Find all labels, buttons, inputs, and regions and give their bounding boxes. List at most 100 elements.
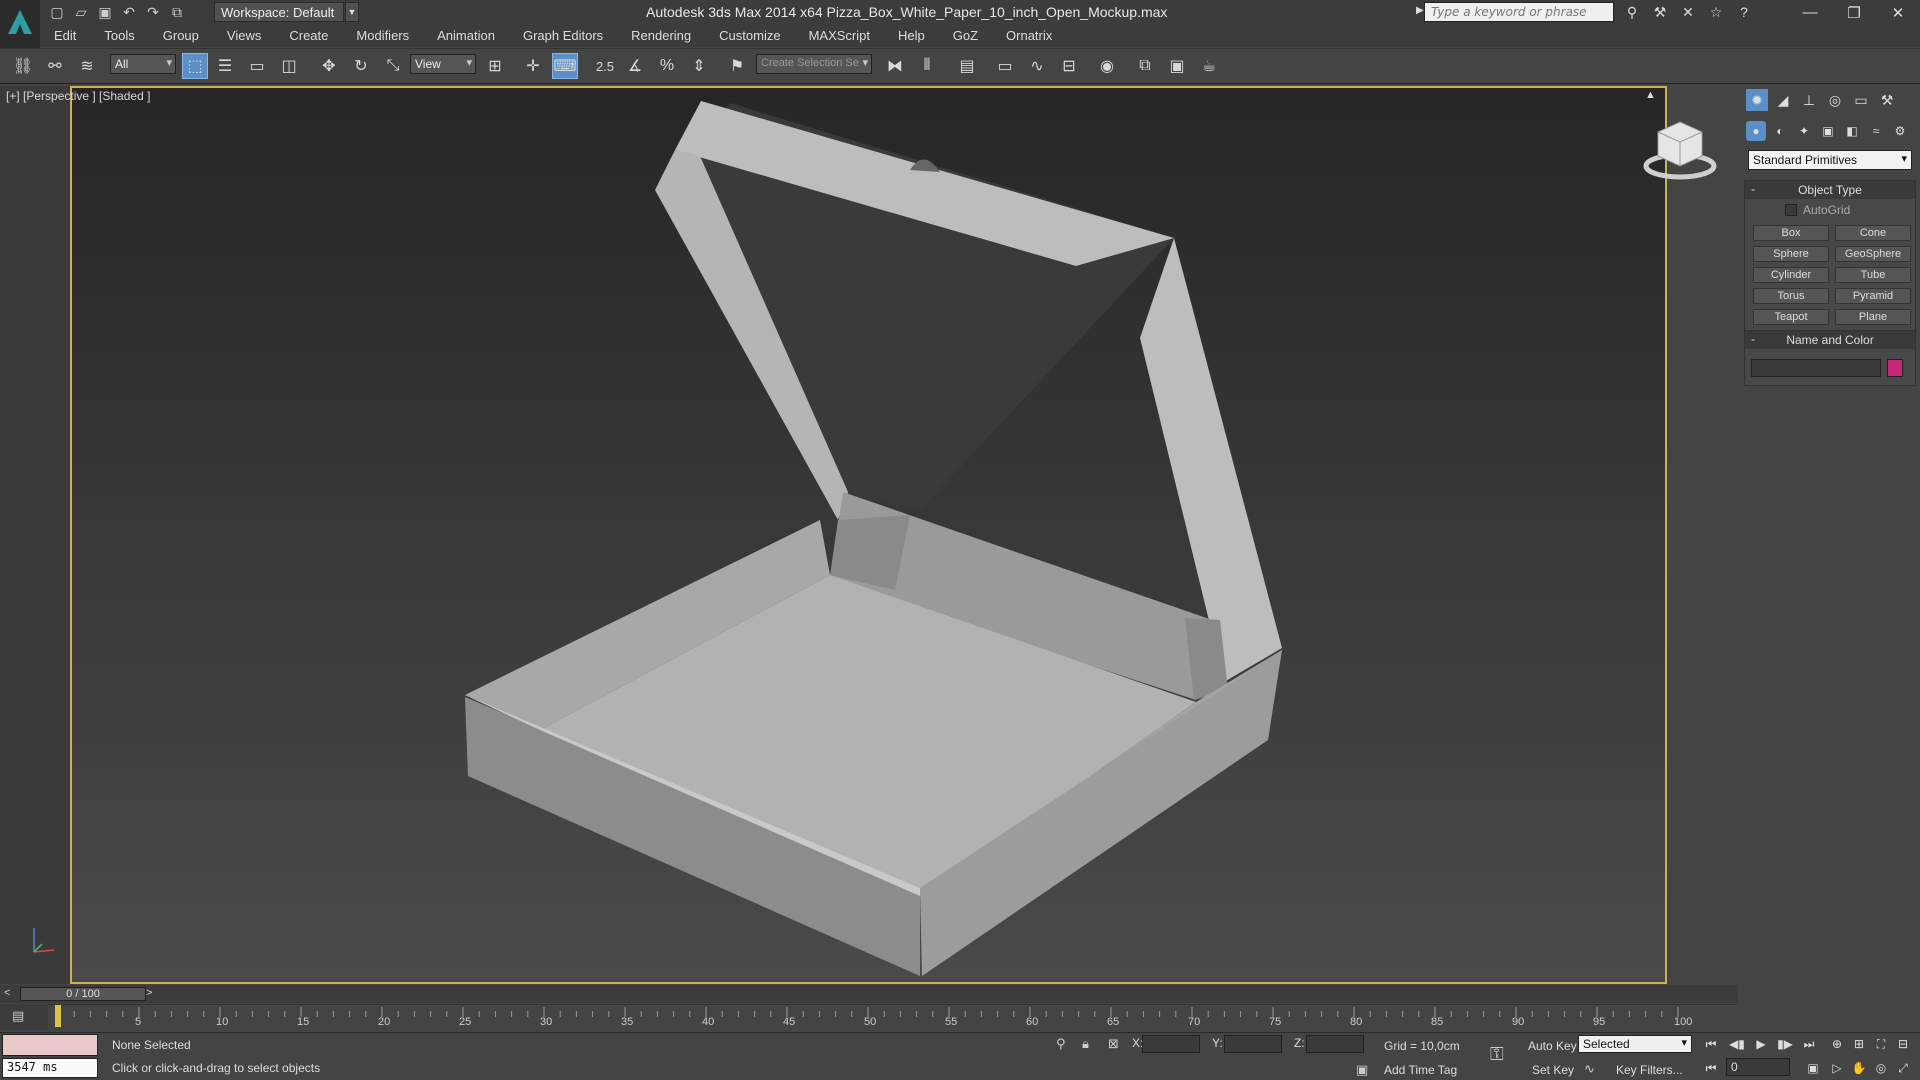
layer-manager-icon[interactable]: ▤ [954, 53, 980, 79]
lights-icon[interactable]: ✦ [1794, 121, 1814, 141]
unlink-icon[interactable]: ⚯ [42, 53, 68, 79]
cameras-icon[interactable]: ▣ [1818, 121, 1838, 141]
cone-button[interactable]: Cone [1835, 225, 1911, 241]
orbit-icon[interactable]: ◎ [1870, 1058, 1892, 1078]
communication-icon[interactable]: ✕ [1676, 2, 1700, 22]
help-icon[interactable]: ? [1732, 2, 1756, 22]
object-color-swatch[interactable] [1887, 359, 1903, 377]
keyboard-shortcut-override-icon[interactable]: ⌨ [552, 53, 578, 79]
maximize-viewport-icon[interactable]: ⤢ [1892, 1058, 1914, 1078]
edit-named-selection-icon[interactable]: ⚑ [724, 53, 750, 79]
go-to-start-icon[interactable]: ⏮ [1700, 1034, 1722, 1054]
redo-icon[interactable]: ↷ [144, 3, 162, 21]
menu-goz[interactable]: GoZ [939, 25, 992, 47]
save-file-icon[interactable]: ▣ [96, 3, 114, 21]
default-key-icon[interactable]: ⚿ [1490, 1044, 1504, 1065]
viewport-lock-icon[interactable]: ▲ [1645, 89, 1656, 101]
material-editor-icon[interactable]: ◉ [1094, 53, 1120, 79]
percent-snap-icon[interactable]: % [654, 53, 680, 79]
teapot-button[interactable]: Teapot [1753, 309, 1829, 325]
torus-button[interactable]: Torus [1753, 288, 1829, 304]
rendered-frame-window-icon[interactable]: ▣ [1164, 53, 1190, 79]
viewport-label[interactable]: [+] [Perspective ] [Shaded ] [6, 89, 150, 103]
zoom-extents-all-icon[interactable]: ⊟ [1892, 1034, 1914, 1054]
cylinder-button[interactable]: Cylinder [1753, 267, 1829, 283]
next-frame-arrow-icon[interactable]: > [146, 987, 152, 999]
modify-tab-icon[interactable]: ◢ [1772, 89, 1794, 111]
restore-icon[interactable]: ❐ [1832, 0, 1876, 25]
current-time-marker[interactable] [55, 1005, 61, 1027]
curve-editor-icon[interactable]: ∿ [1024, 53, 1050, 79]
close-icon[interactable]: ✕ [1876, 0, 1920, 25]
menu-rendering[interactable]: Rendering [617, 25, 705, 47]
time-configuration-icon[interactable]: ▣ [1802, 1058, 1824, 1078]
selection-lock-icon[interactable]: 🔒︎ [1082, 1036, 1089, 1052]
selection-filter-dropdown[interactable]: All [110, 54, 176, 74]
mirror-icon[interactable]: ⧓ [882, 53, 908, 79]
utilities-tab-icon[interactable]: ⚒ [1876, 89, 1898, 111]
menu-tools[interactable]: Tools [90, 25, 148, 47]
select-and-scale-icon[interactable]: ⤡ [380, 53, 406, 79]
play-icon[interactable]: ▶ [1750, 1034, 1772, 1054]
hierarchy-tab-icon[interactable]: ⊥ [1798, 89, 1820, 111]
menu-ornatrix[interactable]: Ornatrix [992, 25, 1066, 47]
object-type-header[interactable]: - Object Type [1745, 181, 1915, 199]
reference-coordinate-dropdown[interactable]: View [410, 54, 476, 74]
spinner-snap-icon[interactable]: ⇕ [686, 53, 712, 79]
binoculars-icon[interactable]: ⚲ [1620, 2, 1644, 22]
snaps-toggle-icon[interactable]: 2.5 [592, 53, 618, 79]
minimize-icon[interactable]: — [1788, 0, 1832, 25]
window-crossing-icon[interactable]: ◫ [276, 53, 302, 79]
select-object-icon[interactable]: ⬚ [182, 53, 208, 79]
current-frame-field[interactable]: 0 [1726, 1058, 1790, 1076]
perspective-viewport[interactable] [70, 86, 1667, 984]
box-button[interactable]: Box [1753, 225, 1829, 241]
menu-maxscript[interactable]: MAXScript [795, 25, 884, 47]
select-manipulate-icon[interactable]: ✛ [520, 53, 546, 79]
absolute-mode-icon[interactable]: ⊠ [1108, 1036, 1119, 1052]
align-icon[interactable]: ⫴ [914, 53, 940, 79]
add-time-tag[interactable]: Add Time Tag [1384, 1063, 1457, 1077]
subscription-icon[interactable]: ⚒ [1648, 2, 1672, 22]
menu-customize[interactable]: Customize [705, 25, 794, 47]
workspace-dropdown[interactable]: Workspace: Default [214, 2, 344, 22]
menu-create[interactable]: Create [275, 25, 342, 47]
undo-icon[interactable]: ↶ [120, 3, 138, 21]
geosphere-button[interactable]: GeoSphere [1835, 246, 1911, 262]
helpers-icon[interactable]: ◧ [1842, 121, 1862, 141]
previous-frame-icon[interactable]: ◀▮ [1726, 1034, 1748, 1054]
prev-frame-arrow-icon[interactable]: < [4, 987, 10, 999]
autogrid-checkbox[interactable] [1785, 204, 1797, 216]
project-folder-icon[interactable]: ⧉ [168, 3, 186, 21]
geometry-icon[interactable]: ● [1746, 121, 1766, 141]
search-input[interactable]: Type a keyword or phrase [1424, 2, 1614, 22]
key-set-dropdown[interactable]: Selected [1578, 1035, 1692, 1053]
sphere-button[interactable]: Sphere [1753, 246, 1829, 262]
ribbon-toggle-icon[interactable]: ▭ [992, 53, 1018, 79]
favorites-star-icon[interactable]: ☆ [1704, 2, 1728, 22]
menu-graph-editors[interactable]: Graph Editors [509, 25, 617, 47]
app-menu-button[interactable] [0, 0, 40, 48]
tube-button[interactable]: Tube [1835, 267, 1911, 283]
curve-editor-mini-icon[interactable]: ▤ [12, 1008, 24, 1024]
y-coordinate-field[interactable] [1224, 1035, 1282, 1053]
zoom-icon[interactable]: ⊕ [1826, 1034, 1848, 1054]
key-mode-icon[interactable]: ∿ [1584, 1061, 1595, 1077]
menu-views[interactable]: Views [213, 25, 275, 47]
create-tab-icon[interactable]: ✹ [1746, 89, 1768, 111]
render-production-icon[interactable]: ☕ [1196, 53, 1222, 79]
select-and-move-icon[interactable]: ✥ [316, 53, 342, 79]
go-to-end-icon[interactable]: ⏭ [1798, 1034, 1820, 1054]
zoom-all-icon[interactable]: ⊞ [1848, 1034, 1870, 1054]
plane-button[interactable]: Plane [1835, 309, 1911, 325]
workspace-menu-arrow[interactable]: ▼ [345, 2, 359, 22]
render-setup-icon[interactable]: ⧉ [1132, 53, 1158, 79]
z-coordinate-field[interactable] [1306, 1035, 1364, 1053]
search-expand-icon[interactable]: ▶ [1416, 5, 1424, 19]
maxscript-listener-input[interactable] [2, 1034, 98, 1056]
pan-view-icon[interactable]: ✋ [1848, 1058, 1870, 1078]
shapes-icon[interactable]: ◐ [1770, 121, 1790, 141]
pivot-center-icon[interactable]: ⊞ [482, 53, 508, 79]
select-and-link-icon[interactable]: ⛓ [10, 53, 36, 79]
zoom-extents-icon[interactable]: ⛶ [1870, 1034, 1892, 1054]
